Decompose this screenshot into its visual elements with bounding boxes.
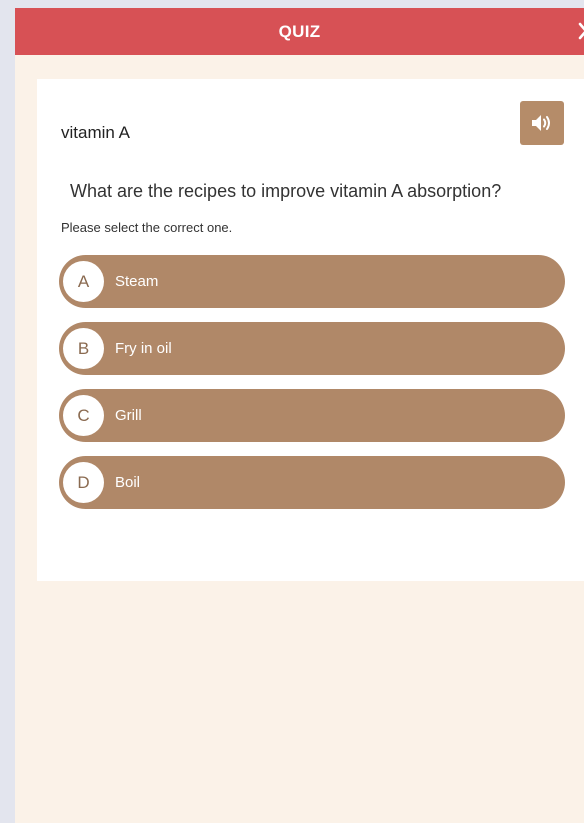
speaker-icon [532, 115, 550, 131]
option-letter: A [63, 261, 104, 302]
option-c[interactable]: C Grill [59, 389, 565, 442]
option-b[interactable]: B Fry in oil [59, 322, 565, 375]
quiz-header: QUIZ [15, 8, 584, 55]
option-label: Steam [115, 273, 159, 290]
question-card: vitamin A What are the recipes to improv… [37, 79, 584, 581]
option-label: Boil [115, 474, 141, 491]
instruction-text: Please select the correct one. [61, 220, 233, 235]
quiz-modal: QUIZ vitamin A What are the recipes to i… [15, 8, 584, 823]
option-label: Grill [115, 407, 142, 424]
option-letter: B [63, 328, 104, 369]
subject-label: vitamin A [61, 123, 130, 142]
option-letter: D [63, 462, 104, 503]
option-label: Fry in oil [115, 340, 172, 357]
audio-button[interactable] [520, 101, 564, 145]
close-icon[interactable] [578, 19, 584, 43]
option-d[interactable]: D Boil [59, 456, 565, 509]
quiz-title: QUIZ [278, 22, 321, 41]
option-a[interactable]: A Steam [59, 255, 565, 308]
question-text: What are the recipes to improve vitamin … [70, 181, 502, 201]
option-letter: C [63, 395, 104, 436]
